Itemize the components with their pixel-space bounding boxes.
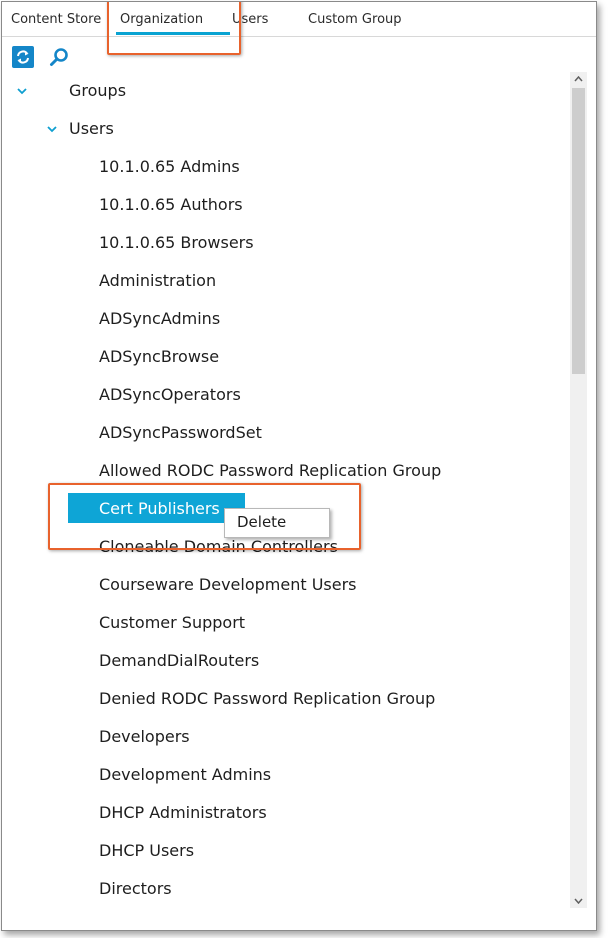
tree-item[interactable]: 10.1.0.65 Admins xyxy=(2,148,568,186)
tree-item[interactable]: DHCP Administrators xyxy=(2,794,568,832)
tree-item[interactable]: Administration xyxy=(2,262,568,300)
organization-tree: Groups Users 10.1.0.65 Admins 10.1.0.65 … xyxy=(2,72,568,930)
tree-item[interactable]: ADSyncOperators xyxy=(2,376,568,414)
tree-item-label: Cert Publishers xyxy=(99,499,220,518)
tree-item[interactable]: DHCP Users xyxy=(2,832,568,870)
tree-item[interactable]: 10.1.0.65 Authors xyxy=(2,186,568,224)
tree-item-label: Customer Support xyxy=(99,613,246,632)
tree-item[interactable]: Developers xyxy=(2,718,568,756)
search-icon[interactable] xyxy=(48,46,70,68)
tree-item[interactable]: ADSyncBrowse xyxy=(2,338,568,376)
tab-content-store[interactable]: Content Store xyxy=(11,12,101,27)
tab-users[interactable]: Users xyxy=(232,12,268,27)
tree-item[interactable]: ADSyncPasswordSet xyxy=(2,414,568,452)
organization-window: Content Store Organization Users Custom … xyxy=(1,1,597,931)
tree-item-label: ADSyncPasswordSet xyxy=(99,423,262,442)
tree-item[interactable]: 10.1.0.65 Browsers xyxy=(2,224,568,262)
tree-item-label: ADSyncAdmins xyxy=(99,309,221,328)
scroll-down-icon[interactable] xyxy=(570,894,587,908)
chevron-down-icon[interactable] xyxy=(15,84,29,98)
tree-item[interactable]: Development Admins xyxy=(2,756,568,794)
tree-item[interactable]: Directors xyxy=(2,870,568,908)
delete-menu-item[interactable]: Delete xyxy=(237,513,286,531)
tree-item[interactable]: Allowed RODC Password Replication Group xyxy=(2,452,568,490)
tree-item-label: DemandDialRouters xyxy=(99,651,260,670)
tree-item-label: Directors xyxy=(99,879,172,898)
chevron-down-icon[interactable] xyxy=(45,122,59,136)
tree-item[interactable]: DemandDialRouters xyxy=(2,642,568,680)
tree-item-label: DHCP Administrators xyxy=(99,803,267,822)
tree-item-label: DHCP Users xyxy=(99,841,195,860)
refresh-icon[interactable] xyxy=(12,46,34,68)
tree-node-users[interactable]: Users xyxy=(2,110,568,148)
tree-item-label: Developers xyxy=(99,727,190,746)
tree-item-label: Allowed RODC Password Replication Group xyxy=(99,461,442,480)
tab-organization[interactable]: Organization xyxy=(120,12,203,27)
context-menu: Delete xyxy=(224,508,330,538)
tree-item[interactable]: Denied RODC Password Replication Group xyxy=(2,680,568,718)
tree-item[interactable]: Customer Support xyxy=(2,604,568,642)
tree-node-label: Users xyxy=(69,119,114,138)
tree-item-label: ADSyncBrowse xyxy=(99,347,220,366)
tree-item-label: 10.1.0.65 Admins xyxy=(99,157,240,176)
tree-node-groups[interactable]: Groups xyxy=(2,72,568,110)
tree-item-label: 10.1.0.65 Authors xyxy=(99,195,243,214)
tree-item-label: Denied RODC Password Replication Group xyxy=(99,689,436,708)
scroll-up-icon[interactable] xyxy=(570,72,587,86)
vertical-scrollbar[interactable] xyxy=(570,72,587,908)
scrollbar-thumb[interactable] xyxy=(572,88,585,374)
tree-item[interactable]: ADSyncAdmins xyxy=(2,300,568,338)
tree-item[interactable]: Courseware Development Users xyxy=(2,566,568,604)
tree-item-label: 10.1.0.65 Browsers xyxy=(99,233,254,252)
tree-item-label: ADSyncOperators xyxy=(99,385,241,404)
tree-node-label: Groups xyxy=(69,81,127,100)
tab-bar: Content Store Organization Users Custom … xyxy=(2,2,596,37)
tree-item-label: Courseware Development Users xyxy=(99,575,357,594)
tree-item-label: Development Admins xyxy=(99,765,272,784)
tree-item-label: Administration xyxy=(99,271,217,290)
tab-custom-group[interactable]: Custom Group xyxy=(308,12,402,27)
active-tab-indicator xyxy=(116,32,230,35)
